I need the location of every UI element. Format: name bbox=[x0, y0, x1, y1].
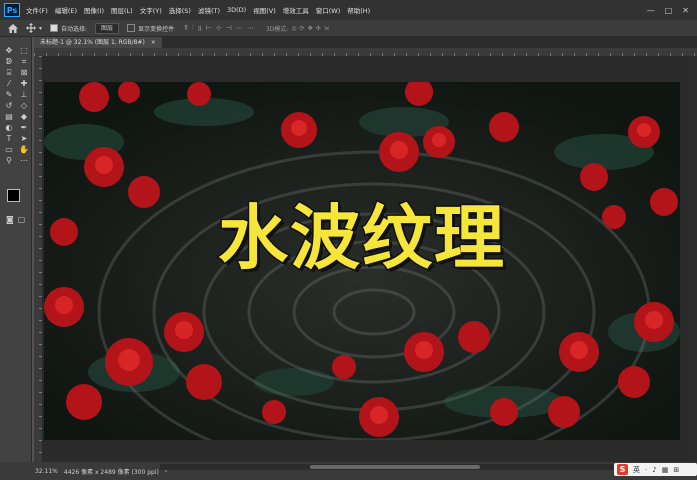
show-transform-label: 显示变换控件 bbox=[138, 25, 175, 33]
chevron-down-icon: ▾ bbox=[39, 24, 43, 32]
move-tool-preset-button[interactable]: ▾ bbox=[26, 23, 42, 33]
show-transform-checkbox[interactable]: 显示变换控件 bbox=[127, 24, 174, 33]
marquee-tool-icon[interactable]: ⬚ bbox=[19, 46, 29, 55]
maximize-button[interactable]: □ bbox=[665, 6, 673, 15]
document-tab-title: 未标题-1 @ 32.1% (图层 1, RGB/8#) bbox=[40, 39, 145, 46]
ime-language-toggle[interactable]: 英 bbox=[633, 465, 640, 475]
align-top-icon[interactable]: ⫪ bbox=[184, 24, 188, 33]
auto-select-label: 自动选择: bbox=[61, 25, 88, 33]
horizontal-scrollbar[interactable] bbox=[160, 464, 630, 470]
ime-voice-icon[interactable]: ♪ bbox=[652, 466, 656, 474]
history-brush-tool-icon[interactable]: ↺ bbox=[4, 101, 14, 110]
align-center-icon[interactable]: ⊹ bbox=[216, 24, 222, 33]
auto-select-dropdown[interactable]: 图层 bbox=[95, 22, 120, 34]
3d-pan-icon[interactable]: ✥ bbox=[308, 25, 313, 32]
dodge-tool-icon[interactable]: ◐ bbox=[4, 123, 14, 132]
pen-tool-icon[interactable]: ✒ bbox=[19, 123, 29, 132]
menu-bar: Ps 文件(F) 编辑(E) 图像(I) 图层(L) 文字(Y) 选择(S) 滤… bbox=[0, 0, 697, 20]
blur-tool-icon[interactable]: ◆ bbox=[19, 112, 29, 121]
lasso-tool-icon[interactable]: ↁ bbox=[4, 57, 14, 66]
clone-stamp-tool-icon[interactable]: ⊥ bbox=[19, 90, 29, 99]
align-left-icon[interactable]: ⊢ bbox=[206, 24, 212, 33]
ime-menu-icon[interactable]: ⊞ bbox=[673, 466, 679, 474]
checkbox-unchecked-icon bbox=[127, 24, 136, 32]
brush-tool-icon[interactable]: ✎ bbox=[4, 90, 14, 99]
menu-view[interactable]: 视图(V) bbox=[253, 5, 276, 15]
path-select-tool-icon[interactable]: ➤ bbox=[19, 134, 29, 143]
3d-slide-icon[interactable]: ✣ bbox=[316, 25, 321, 32]
photoshop-logo-icon: Ps bbox=[4, 3, 20, 17]
more-options-icon[interactable]: ⋯ bbox=[247, 24, 254, 33]
document-tab[interactable]: 未标题-1 @ 32.1% (图层 1, RGB/8#) × bbox=[34, 37, 162, 48]
close-button[interactable]: ✕ bbox=[682, 6, 689, 15]
ime-toolbar: S 英 · ♪ ▦ ⊞ bbox=[614, 463, 697, 476]
frame-tool-icon[interactable]: ⊠ bbox=[19, 68, 29, 77]
zoom-tool-icon[interactable]: ⚲ bbox=[4, 156, 14, 165]
minimize-button[interactable]: — bbox=[647, 6, 655, 15]
options-bar: ▾ 自动选择: 图层 显示变换控件 ⫪ ⫶ ⫫ ⊢ ⊹ ⊣ ⋯ ⋯ 3D模式: … bbox=[0, 20, 697, 37]
vertical-ruler[interactable] bbox=[34, 56, 42, 462]
distribute-icon[interactable]: ⋯ bbox=[236, 24, 243, 33]
menu-window[interactable]: 窗口(W) bbox=[316, 5, 341, 15]
object-select-tool-icon[interactable]: ⌗ bbox=[19, 57, 29, 66]
type-tool-icon[interactable]: T bbox=[4, 134, 14, 143]
menu-3d[interactable]: 3D(D) bbox=[227, 6, 246, 14]
align-bottom-icon[interactable]: ⫫ bbox=[198, 24, 202, 33]
eraser-tool-icon[interactable]: ◇ bbox=[19, 101, 29, 110]
foreground-color-swatch[interactable] bbox=[7, 189, 20, 202]
3d-rotate-icon[interactable]: ◎ bbox=[291, 25, 296, 32]
rectangle-tool-icon[interactable]: ▭ bbox=[4, 145, 14, 154]
tools-panel: ✥ ⬚ ↁ ⌗ ⌸ ⊠ ⁄ ✚ ✎ ⊥ ↺ ◇ ▤ ◆ ◐ ✒ T ➤ ▭ ✋ … bbox=[0, 37, 32, 462]
window-controls: — □ ✕ bbox=[647, 6, 689, 15]
screen-mode-icon[interactable]: ▢ bbox=[18, 215, 26, 224]
checkbox-checked-icon bbox=[50, 24, 59, 32]
eyedropper-tool-icon[interactable]: ⁄ bbox=[4, 79, 14, 88]
color-swatches[interactable] bbox=[7, 189, 27, 209]
horizontal-scroll-thumb[interactable] bbox=[310, 465, 480, 469]
menu-file[interactable]: 文件(F) bbox=[26, 5, 48, 15]
3d-roll-icon[interactable]: ⟳ bbox=[300, 25, 305, 32]
sogou-logo-icon[interactable]: S bbox=[617, 464, 628, 475]
image-canvas[interactable]: 水波纹理 bbox=[44, 82, 680, 440]
document-workspace[interactable]: 水波纹理 bbox=[42, 56, 697, 462]
menu-filter[interactable]: 滤镜(T) bbox=[198, 5, 220, 15]
menu-help[interactable]: 帮助(H) bbox=[347, 5, 370, 15]
more-tools-icon[interactable]: ⋯ bbox=[19, 156, 29, 165]
menu-type[interactable]: 文字(Y) bbox=[140, 5, 162, 15]
menu-plugins[interactable]: 增效工具 bbox=[283, 5, 309, 15]
ime-keyboard-icon[interactable]: ▦ bbox=[662, 466, 669, 474]
menu-image[interactable]: 图像(I) bbox=[84, 5, 104, 15]
3d-scale-icon[interactable]: ⇲ bbox=[324, 25, 329, 32]
hand-tool-icon[interactable]: ✋ bbox=[19, 145, 29, 154]
align-right-icon[interactable]: ⊣ bbox=[226, 24, 232, 33]
align-buttons: ⫪ ⫶ ⫫ ⊢ ⊹ ⊣ ⋯ ⋯ bbox=[184, 24, 254, 33]
document-tab-bar: 未标题-1 @ 32.1% (图层 1, RGB/8#) × bbox=[34, 37, 697, 48]
home-button[interactable] bbox=[8, 23, 18, 33]
gradient-tool-icon[interactable]: ▤ bbox=[4, 112, 14, 121]
document-info[interactable]: 4426 像素 x 2489 像素 (300 ppi) bbox=[64, 467, 159, 476]
auto-select-checkbox[interactable]: 自动选择: bbox=[50, 24, 87, 33]
quick-mask-icon[interactable]: ◙ bbox=[6, 215, 14, 224]
vertical-scrollbar[interactable] bbox=[686, 56, 697, 462]
3d-mode-label: 3D模式: bbox=[265, 25, 289, 33]
move-tool-icon[interactable]: ✥ bbox=[4, 46, 14, 55]
zoom-level[interactable]: 32.11% bbox=[35, 468, 58, 475]
spot-healing-tool-icon[interactable]: ✚ bbox=[19, 79, 29, 88]
crop-tool-icon[interactable]: ⌸ bbox=[4, 68, 14, 77]
move-icon bbox=[26, 23, 36, 33]
canvas-title-text: 水波纹理 bbox=[217, 196, 506, 281]
home-icon bbox=[8, 23, 18, 33]
align-middle-icon[interactable]: ⫶ bbox=[192, 24, 194, 33]
menu-layer[interactable]: 图层(L) bbox=[111, 5, 133, 15]
menu-edit[interactable]: 编辑(E) bbox=[55, 5, 77, 15]
menu-select[interactable]: 选择(S) bbox=[169, 5, 191, 15]
horizontal-ruler[interactable] bbox=[34, 48, 697, 56]
tab-close-button[interactable]: × bbox=[151, 37, 156, 48]
ime-punctuation-icon[interactable]: · bbox=[645, 466, 647, 474]
